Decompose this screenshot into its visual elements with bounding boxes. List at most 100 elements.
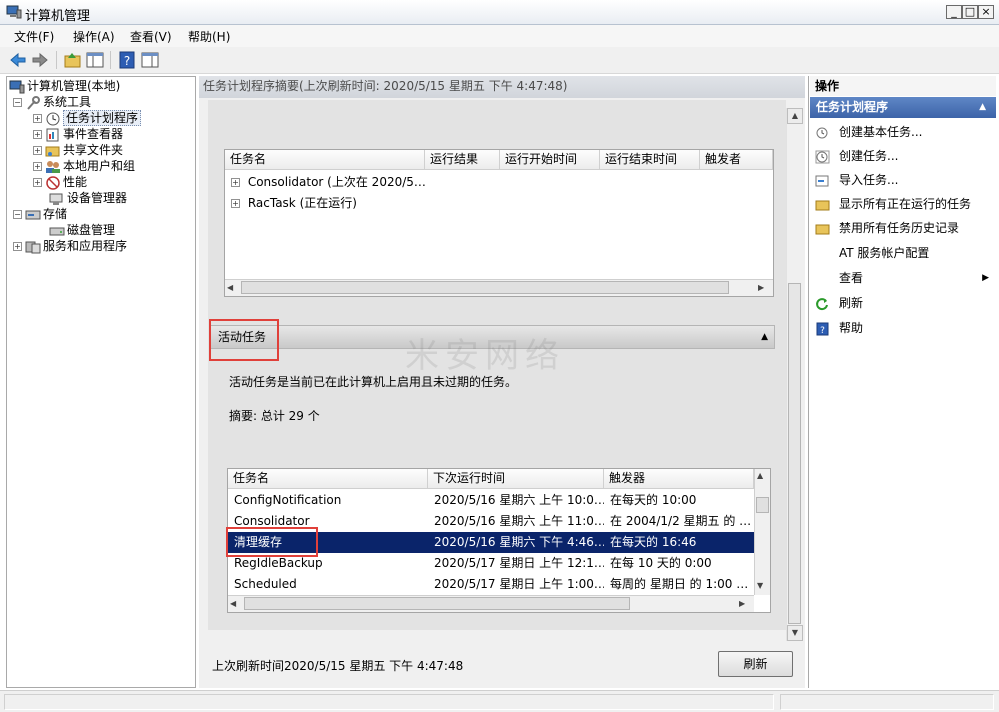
horizontal-scrollbar[interactable]: ◀ ▶ (228, 595, 754, 612)
import-icon (815, 175, 829, 186)
show-hide-action-pane-icon[interactable] (140, 50, 160, 70)
scroll-up-icon[interactable]: ▲ (787, 108, 803, 124)
folder-icon (815, 224, 830, 234)
column-header-run-result[interactable]: 运行结果 (425, 150, 500, 170)
restore-button[interactable]: □ (962, 5, 978, 19)
tree-item-device-manager[interactable]: 设备管理器 (7, 190, 195, 206)
actions-section-header[interactable]: 任务计划程序 ▲ (810, 97, 996, 118)
action-create-basic-task[interactable]: 创建基本任务... (815, 121, 922, 143)
expand-icon[interactable]: + (33, 178, 42, 187)
action-at-service-config[interactable]: AT 服务帐户配置 (839, 242, 929, 264)
tree-item-storage[interactable]: − 存储 (7, 206, 195, 222)
collapse-icon[interactable]: − (13, 210, 22, 219)
action-label: 帮助 (839, 321, 864, 335)
table-row[interactable]: Scheduled 2020/5/17 星期日 上午 1:00… 每周的 星期日… (228, 574, 754, 595)
expand-icon[interactable]: + (33, 162, 42, 171)
scroll-thumb[interactable] (788, 283, 801, 624)
forward-arrow-icon[interactable] (30, 50, 50, 70)
pane-header: 任务计划程序摘要(上次刷新时间: 2020/5/15 星期五 下午 4:47:4… (199, 76, 805, 98)
scroll-right-icon[interactable]: ▶ (758, 282, 768, 294)
expand-icon[interactable]: + (13, 242, 22, 251)
tree-label: 磁盘管理 (67, 223, 116, 237)
close-button[interactable]: × (978, 5, 994, 19)
shared-folder-icon (45, 146, 60, 156)
menu-view[interactable]: 查看(V) (130, 28, 172, 45)
refresh-icon (816, 297, 828, 310)
status-segment (780, 694, 994, 710)
highlight-box (226, 527, 318, 557)
action-show-running-tasks[interactable]: 显示所有正在运行的任务 (815, 193, 971, 215)
tree-item-disk-management[interactable]: 磁盘管理 (7, 222, 195, 238)
action-create-task[interactable]: 创建任务... (815, 145, 898, 167)
tree-label: 任务计划程序 (63, 110, 142, 126)
collapse-section-icon[interactable]: ▲ (979, 97, 986, 118)
minimize-button[interactable]: _ (946, 5, 962, 19)
tree-item-root[interactable]: 计算机管理(本地) (7, 78, 195, 94)
tree-item-system-tools[interactable]: − 系统工具 (7, 94, 195, 110)
action-disable-history[interactable]: 禁用所有任务历史记录 (815, 217, 959, 239)
up-folder-icon[interactable] (63, 50, 83, 70)
scroll-left-icon[interactable]: ◀ (227, 282, 237, 294)
show-hide-console-tree-icon[interactable] (85, 50, 105, 70)
collapse-section-icon[interactable]: ▲ (761, 326, 768, 348)
performance-icon (46, 175, 60, 190)
scroll-down-icon[interactable]: ▼ (787, 625, 803, 641)
column-header-task-name[interactable]: 任务名 (225, 150, 425, 170)
collapse-icon[interactable]: − (13, 98, 22, 107)
expand-icon[interactable]: + (33, 114, 42, 123)
task-name: Consolidator (上次在 2020/5… (247, 175, 426, 189)
column-header-next-run[interactable]: 下次运行时间 (428, 469, 604, 489)
action-label: 查看 (839, 271, 864, 285)
action-import-task[interactable]: 导入任务... (815, 169, 898, 191)
table-row[interactable]: ConfigNotification 2020/5/16 星期六 上午 10:0… (228, 490, 754, 511)
scroll-thumb[interactable] (244, 597, 630, 610)
action-label: 禁用所有任务历史记录 (839, 221, 960, 235)
folder-icon (815, 200, 830, 210)
action-refresh[interactable]: 刷新 (815, 292, 863, 314)
expand-icon[interactable]: + (231, 178, 240, 187)
help-icon[interactable]: ? (117, 50, 137, 70)
column-header-run-end[interactable]: 运行结束时间 (600, 150, 700, 170)
column-header-run-start[interactable]: 运行开始时间 (500, 150, 600, 170)
tree-item-shared-folders[interactable]: + 共享文件夹 (7, 142, 195, 158)
scroll-up-icon[interactable]: ▲ (757, 471, 763, 480)
svg-text:?: ? (124, 54, 130, 68)
menu-file[interactable]: 文件(F) (14, 28, 54, 45)
table-row[interactable]: + RacTask (正在运行) (231, 193, 631, 214)
expand-icon[interactable]: + (33, 130, 42, 139)
trigger: 每周的 星期日 的 1:00 … (610, 577, 749, 591)
menu-action[interactable]: 操作(A) (73, 28, 115, 45)
scroll-right-icon[interactable]: ▶ (739, 598, 749, 610)
column-header-task-name[interactable]: 任务名 (228, 469, 428, 489)
horizontal-scrollbar[interactable]: ◀ ▶ (225, 279, 773, 296)
menu-help[interactable]: 帮助(H) (188, 28, 230, 45)
scroll-thumb[interactable] (241, 281, 729, 294)
tree-item-performance[interactable]: + 性能 (7, 174, 195, 190)
tree-label: 共享文件夹 (63, 143, 124, 157)
main-vertical-scrollbar[interactable]: ▲ ▼ (786, 108, 803, 641)
services-icon (25, 241, 41, 253)
tree-item-services-apps[interactable]: + 服务和应用程序 (7, 238, 195, 254)
back-arrow-icon[interactable] (8, 50, 28, 70)
active-tasks-summary: 摘要: 总计 29 个 (229, 409, 320, 423)
tree-item-local-users[interactable]: + 本地用户和组 (7, 158, 195, 174)
expand-icon[interactable]: + (33, 146, 42, 155)
clock-plus-icon (815, 150, 830, 163)
scroll-left-icon[interactable]: ◀ (230, 598, 240, 610)
action-help[interactable]: ? 帮助 (815, 317, 863, 339)
tree-item-event-viewer[interactable]: + 事件查看器 (7, 126, 195, 142)
tree-item-task-scheduler[interactable]: + 任务计划程序 (7, 110, 195, 126)
scroll-thumb[interactable] (756, 497, 769, 513)
refresh-button[interactable]: 刷新 (718, 651, 793, 677)
column-header-triggered-by[interactable]: 触发者 (700, 150, 773, 170)
table-row[interactable]: + Consolidator (上次在 2020/5… (231, 172, 631, 193)
expand-icon[interactable]: + (231, 199, 240, 208)
tree-label: 设备管理器 (67, 191, 128, 205)
vertical-scrollbar[interactable]: ▲ ▼ (754, 469, 770, 595)
scroll-down-icon[interactable]: ▼ (757, 581, 763, 590)
tree-label: 存储 (43, 207, 68, 221)
tree-label: 计算机管理(本地) (27, 79, 121, 93)
column-header-triggers[interactable]: 触发器 (604, 469, 754, 489)
section-title: 任务计划程序 (816, 100, 889, 114)
action-view[interactable]: 查看 ▶ (839, 267, 989, 289)
